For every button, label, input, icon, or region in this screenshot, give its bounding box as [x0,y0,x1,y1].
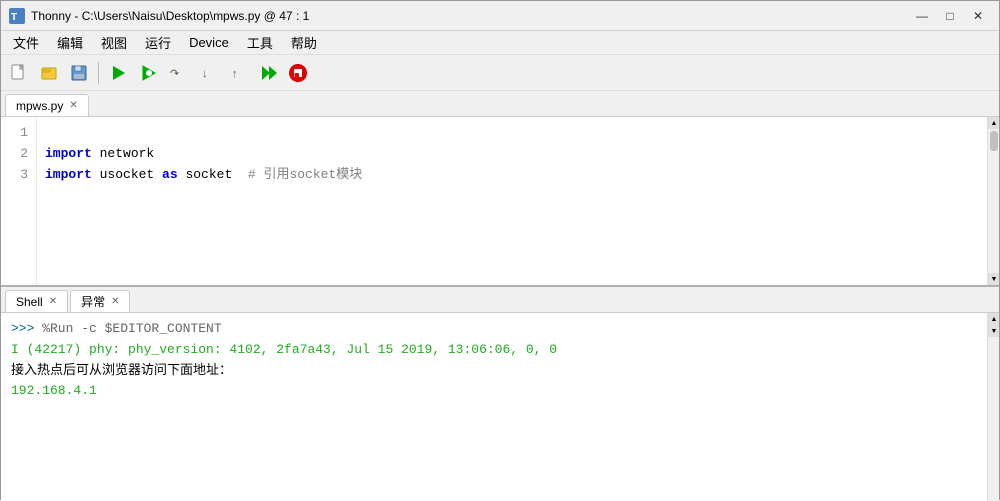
line-num-2: 2 [9,144,28,165]
new-file-button[interactable] [5,59,33,87]
save-file-button[interactable] [65,59,93,87]
menu-run[interactable]: 运行 [137,31,179,54]
editor-scroll-thumb[interactable] [990,131,998,151]
shell-scroll-up[interactable]: ▲ [988,313,999,325]
editor-inner: 1 2 3 import network import usocket as s… [1,117,999,285]
editor-area: mpws.py ✕ 1 2 3 import network import us… [1,91,999,287]
shell-ip-address: 192.168.4.1 [11,383,97,398]
shell-info-line: I (42217) phy: phy_version: 4102, 2fa7a4… [11,340,977,361]
comment-socket: # 引用socket模块 [232,167,362,182]
stop-button[interactable]: ■ [284,59,312,87]
shell-scroll-down[interactable]: ▼ [988,325,999,337]
minimize-button[interactable]: — [909,5,935,27]
editor-scroll-down[interactable]: ▼ [988,273,999,285]
editor-tab-close[interactable]: ✕ [69,100,77,111]
line-num-1: 1 [9,123,28,144]
editor-scroll-track [988,129,999,273]
step-into-button[interactable]: ↓ [194,59,222,87]
line-numbers: 1 2 3 [1,117,37,285]
step-over-button[interactable]: ↷ [164,59,192,87]
svg-text:↑: ↑ [232,68,238,80]
line-num-3: 3 [9,165,28,186]
shell-tab-shell[interactable]: Shell ✕ [5,290,68,312]
shell-scrollbar-y: ▲ ▼ [987,313,999,501]
debug-button[interactable] [134,59,162,87]
id-usocket: usocket [92,167,162,182]
keyword-import-2: import [45,167,92,182]
title-text: Thonny - C:\Users\Naisu\Desktop\mpws.py … [31,9,909,23]
app-icon: T [9,8,25,24]
window-controls: — □ ✕ [909,5,991,27]
svg-text:T: T [11,12,17,23]
shell-info-text: I (42217) phy: phy_version: 4102, 2fa7a4… [11,342,557,357]
main-layout: mpws.py ✕ 1 2 3 import network import us… [1,91,999,501]
shell-text-line: 接入热点后可从浏览器访问下面地址： [11,361,977,382]
editor-scrollbar-y: ▲ ▼ [987,117,999,285]
id-network: network [92,146,154,161]
step-out-button[interactable]: ↑ [224,59,252,87]
shell-command: %Run -c $EDITOR_CONTENT [34,321,221,336]
shell-access-text: 接入热点后可从浏览器访问下面地址： [11,363,232,378]
toolbar-sep-1 [98,62,99,84]
svg-text:↓: ↓ [202,68,208,80]
shell-prompt-line: >>> %Run -c $EDITOR_CONTENT [11,319,977,340]
close-button[interactable]: ✕ [965,5,991,27]
shell-tab-exception[interactable]: 异常 ✕ [70,290,130,312]
shell-ip-line: 192.168.4.1 [11,381,977,402]
toolbar: ↷ ↓ ↑ ■ [1,55,999,91]
editor-tab-mpws[interactable]: mpws.py ✕ [5,94,89,116]
code-editor-content[interactable]: import network import usocket as socket … [37,117,987,285]
menu-tools[interactable]: 工具 [239,31,281,54]
shell-inner: >>> %Run -c $EDITOR_CONTENT I (42217) ph… [1,313,999,501]
keyword-import-1: import [45,146,92,161]
menu-bar: 文件 编辑 视图 运行 Device 工具 帮助 [1,31,999,55]
menu-help[interactable]: 帮助 [283,31,325,54]
shell-tab-bar: Shell ✕ 异常 ✕ [1,287,999,313]
shell-tab-close[interactable]: ✕ [49,296,57,307]
shell-prompt: >>> [11,321,34,336]
menu-file[interactable]: 文件 [5,31,47,54]
keyword-as: as [162,167,178,182]
shell-output[interactable]: >>> %Run -c $EDITOR_CONTENT I (42217) ph… [1,313,987,501]
editor-tab-bar: mpws.py ✕ [1,91,999,117]
svg-text:↷: ↷ [170,68,179,80]
menu-view[interactable]: 视图 [93,31,135,54]
resume-button[interactable] [254,59,282,87]
id-socket: socket [178,167,233,182]
title-bar: T Thonny - C:\Users\Naisu\Desktop\mpws.p… [1,1,999,31]
maximize-button[interactable]: □ [937,5,963,27]
menu-edit[interactable]: 编辑 [49,31,91,54]
svg-text:■: ■ [294,70,299,80]
exception-tab-close[interactable]: ✕ [111,296,119,307]
shell-tab-label: Shell [16,295,43,309]
menu-device[interactable]: Device [181,33,237,52]
exception-tab-label: 异常 [81,293,105,310]
run-button[interactable] [104,59,132,87]
editor-scroll-up[interactable]: ▲ [988,117,999,129]
editor-tab-label: mpws.py [16,99,63,113]
open-file-button[interactable] [35,59,63,87]
shell-main: Shell ✕ 异常 ✕ >>> %Run -c $EDITOR_CONTENT… [1,287,999,501]
